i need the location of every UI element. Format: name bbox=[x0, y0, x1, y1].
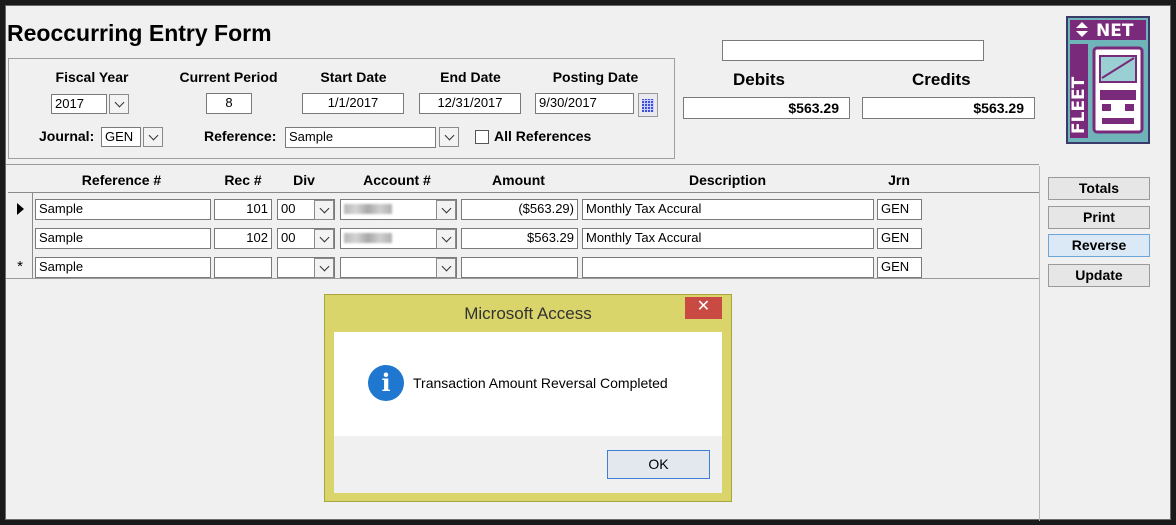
journal-combo[interactable]: GEN bbox=[101, 127, 141, 147]
col-header-amount: Amount bbox=[492, 172, 545, 188]
current-period-label: Current Period bbox=[179, 69, 278, 85]
div-dropdown-button[interactable] bbox=[314, 258, 334, 278]
amount-cell[interactable]: $563.29 bbox=[461, 228, 578, 249]
div-dropdown-button[interactable] bbox=[314, 200, 334, 220]
fiscal-year-label: Fiscal Year bbox=[55, 69, 129, 85]
all-references-checkbox[interactable] bbox=[475, 130, 489, 144]
dialog-body: i Transaction Amount Reversal Completed bbox=[334, 332, 722, 436]
all-references-label: All References bbox=[494, 128, 592, 144]
fiscal-year-combo[interactable]: 2017 bbox=[51, 94, 107, 114]
search-field[interactable] bbox=[722, 40, 984, 61]
end-date-label: End Date bbox=[440, 69, 501, 85]
table-row[interactable]: Sample 101 00 ($563.29) Monthly Tax Accu… bbox=[8, 195, 1039, 223]
redacted-account bbox=[344, 204, 392, 214]
svg-text:NET: NET bbox=[1096, 21, 1134, 41]
posting-date-field[interactable]: 9/30/2017 bbox=[535, 93, 634, 114]
entry-grid: Reference # Rec # Div Account # Amount D… bbox=[8, 171, 1039, 279]
chevron-down-icon bbox=[444, 130, 454, 140]
table-row-new[interactable]: * Sample GEN bbox=[8, 253, 1039, 281]
info-icon: i bbox=[368, 365, 404, 401]
chevron-down-icon bbox=[441, 232, 451, 242]
record-selector[interactable] bbox=[8, 224, 32, 251]
chevron-down-icon bbox=[441, 203, 451, 213]
description-cell[interactable]: Monthly Tax Accural bbox=[582, 228, 874, 249]
table-row[interactable]: Sample 102 00 $563.29 Monthly Tax Accura… bbox=[8, 224, 1039, 252]
rec-cell[interactable]: 101 bbox=[214, 199, 272, 220]
reference-dropdown-button[interactable] bbox=[439, 127, 459, 147]
fleet-net-logo: NET FLEET bbox=[1066, 16, 1150, 144]
start-date-field[interactable]: 1/1/2017 bbox=[302, 93, 404, 114]
col-header-rec: Rec # bbox=[224, 172, 262, 188]
jrn-cell[interactable]: GEN bbox=[877, 228, 922, 249]
update-button[interactable]: Update bbox=[1048, 264, 1150, 287]
amount-cell[interactable]: ($563.29) bbox=[461, 199, 578, 220]
reference-cell[interactable]: Sample bbox=[35, 257, 211, 278]
account-dropdown-button[interactable] bbox=[436, 200, 456, 220]
col-header-description: Description bbox=[688, 172, 766, 188]
reference-cell[interactable]: Sample bbox=[35, 228, 211, 249]
jrn-cell[interactable]: GEN bbox=[877, 199, 922, 220]
debits-total: $563.29 bbox=[683, 97, 850, 119]
reference-label: Reference: bbox=[204, 128, 277, 144]
end-date-field[interactable]: 12/31/2017 bbox=[419, 93, 521, 114]
message-dialog: Microsoft Access ✕ i Transaction Amount … bbox=[324, 294, 732, 502]
fiscal-year-dropdown-button[interactable] bbox=[109, 94, 129, 114]
rec-cell[interactable] bbox=[214, 257, 272, 278]
current-record-arrow-icon bbox=[16, 202, 24, 215]
chevron-down-icon bbox=[148, 130, 158, 140]
dialog-message: Transaction Amount Reversal Completed bbox=[413, 375, 668, 391]
credits-label: Credits bbox=[912, 70, 971, 89]
col-header-div: Div bbox=[293, 172, 315, 188]
col-header-reference: Reference # bbox=[81, 172, 162, 188]
header-divider bbox=[6, 164, 1039, 165]
chevron-down-icon bbox=[319, 261, 329, 271]
redacted-account bbox=[344, 233, 392, 243]
chevron-down-icon bbox=[441, 261, 451, 271]
account-dropdown-button[interactable] bbox=[436, 258, 456, 278]
posting-date-label: Posting Date bbox=[552, 69, 639, 85]
calendar-icon bbox=[642, 98, 654, 112]
col-header-account: Account # bbox=[363, 172, 431, 188]
posting-date-calendar-button[interactable] bbox=[638, 93, 658, 117]
chevron-down-icon bbox=[319, 232, 329, 242]
record-selector[interactable] bbox=[8, 195, 32, 222]
reverse-button[interactable]: Reverse bbox=[1048, 234, 1150, 257]
grid-header-divider bbox=[8, 192, 1039, 193]
debits-label: Debits bbox=[733, 70, 785, 89]
dialog-footer: OK bbox=[334, 436, 722, 493]
dialog-title: Microsoft Access bbox=[464, 304, 592, 323]
print-button[interactable]: Print bbox=[1048, 206, 1150, 229]
jrn-cell[interactable]: GEN bbox=[877, 257, 922, 278]
totals-button[interactable]: Totals bbox=[1048, 177, 1150, 200]
description-cell[interactable] bbox=[582, 257, 874, 278]
start-date-label: Start Date bbox=[320, 69, 387, 85]
description-cell[interactable]: Monthly Tax Accural bbox=[582, 199, 874, 220]
svg-text:FLEET: FLEET bbox=[1069, 76, 1089, 134]
journal-label: Journal: bbox=[39, 128, 95, 144]
chevron-down-icon bbox=[114, 97, 124, 107]
form-title: Reoccurring Entry Form bbox=[7, 20, 272, 46]
credits-total: $563.29 bbox=[862, 97, 1035, 119]
account-dropdown-button[interactable] bbox=[436, 229, 456, 249]
current-period-field[interactable]: 8 bbox=[206, 93, 252, 114]
col-header-jrn: Jrn bbox=[888, 172, 910, 188]
dialog-close-button[interactable]: ✕ bbox=[685, 297, 722, 319]
rec-cell[interactable]: 102 bbox=[214, 228, 272, 249]
ok-button[interactable]: OK bbox=[607, 450, 710, 479]
access-form-window: Reoccurring Entry Form Fiscal Year Curre… bbox=[5, 5, 1171, 521]
reference-cell[interactable]: Sample bbox=[35, 199, 211, 220]
div-dropdown-button[interactable] bbox=[314, 229, 334, 249]
amount-cell[interactable] bbox=[461, 257, 578, 278]
fleet-net-logo-graphic: NET FLEET bbox=[1068, 18, 1148, 142]
reference-combo[interactable]: Sample bbox=[285, 127, 436, 148]
chevron-down-icon bbox=[319, 203, 329, 213]
journal-dropdown-button[interactable] bbox=[143, 127, 163, 147]
new-record-selector[interactable]: * bbox=[8, 253, 32, 280]
